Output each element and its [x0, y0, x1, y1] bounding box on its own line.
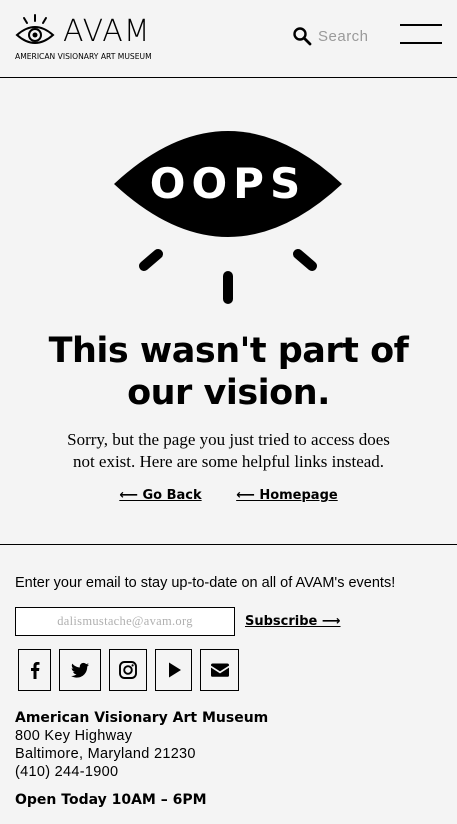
facebook-icon — [30, 662, 39, 679]
title-line-1: This wasn't part of — [48, 331, 409, 371]
oops-text: OOPS — [150, 159, 306, 208]
twitter-icon — [71, 662, 89, 678]
title-line-2: our vision. — [127, 373, 330, 413]
instagram-icon — [119, 661, 137, 679]
avam-logo[interactable]: AVAM AMERICAN VISIONARY ART MUSEUM — [15, 14, 165, 62]
logo-subtitle: AMERICAN VISIONARY ART MUSEUM — [15, 52, 152, 61]
error-message: Sorry, but the page you just tried to ac… — [30, 429, 427, 473]
facebook-button[interactable] — [18, 649, 51, 691]
opening-hours: Open Today 10AM – 6PM — [15, 792, 207, 808]
page-title: This wasn't part of our vision. — [0, 330, 457, 414]
email-field[interactable] — [15, 607, 235, 636]
oops-eye-graphic: OOPS — [114, 131, 342, 304]
message-line-1: Sorry, but the page you just tried to ac… — [67, 430, 390, 449]
youtube-icon — [168, 662, 181, 678]
subscribe-link[interactable]: Subscribe ⟶ — [245, 614, 341, 629]
social-links — [18, 649, 247, 691]
phone-number[interactable]: (410) 244-1900 — [15, 764, 118, 780]
homepage-link[interactable]: ⟵ Homepage — [236, 488, 338, 503]
youtube-button[interactable] — [155, 649, 192, 691]
museum-name: American Visionary Art Museum — [15, 710, 269, 726]
go-back-link[interactable]: ⟵ Go Back — [119, 488, 201, 503]
email-icon — [210, 663, 229, 677]
helpful-links: ⟵ Go Back ⟵ Homepage — [0, 488, 457, 503]
site-header: AVAM AMERICAN VISIONARY ART MUSEUM Searc… — [0, 0, 457, 78]
address-street: 800 Key Highway — [15, 728, 133, 744]
instagram-button[interactable] — [109, 649, 147, 691]
address-city: Baltimore, Maryland 21230 — [15, 746, 196, 762]
search-label: Search — [318, 27, 369, 45]
email-button[interactable] — [200, 649, 239, 691]
newsletter-text: Enter your email to stay up-to-date on a… — [15, 575, 396, 591]
search-icon — [293, 27, 312, 46]
message-line-2: not exist. Here are some helpful links i… — [72, 452, 385, 471]
eye-logo-icon — [15, 14, 55, 44]
search-button[interactable]: Search — [292, 24, 382, 48]
menu-hamburger-icon[interactable] — [400, 22, 442, 46]
twitter-button[interactable] — [59, 649, 101, 691]
site-footer: Enter your email to stay up-to-date on a… — [0, 544, 457, 824]
logo-wordmark: AVAM — [63, 14, 151, 49]
